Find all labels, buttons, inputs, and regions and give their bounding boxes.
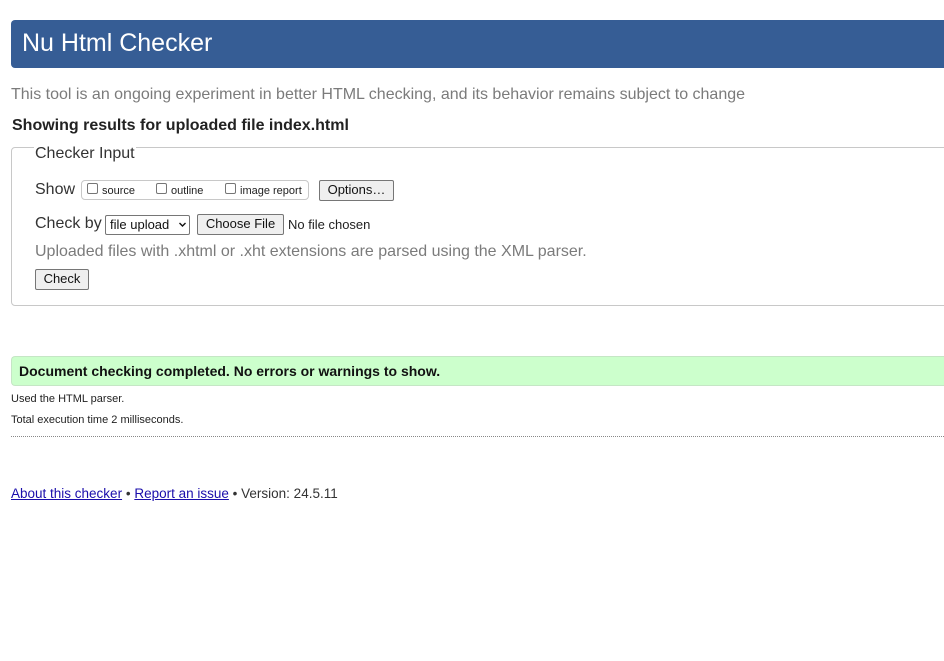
no-file-text: No file chosen [288, 217, 371, 232]
check-button[interactable]: Check [35, 269, 89, 290]
options-button[interactable]: Options… [319, 180, 394, 201]
footer: About this checker • Report an issue • V… [11, 486, 338, 502]
image-report-checkbox[interactable] [225, 183, 236, 194]
choose-file-button[interactable]: Choose File [197, 214, 284, 235]
footer-separator: • [232, 486, 238, 501]
execution-time: Total execution time 2 milliseconds. [11, 414, 184, 426]
success-message-box: Document checking completed. No errors o… [11, 356, 944, 386]
show-label: Show [35, 181, 76, 198]
version-text: Version: 24.5.11 [241, 486, 338, 501]
page-title: Nu Html Checker [22, 29, 213, 57]
footer-separator: • [125, 486, 131, 501]
xml-parser-note: Uploaded files with .xhtml or .xht exten… [35, 243, 587, 260]
parser-note: Used the HTML parser. [11, 393, 125, 405]
results-divider [11, 436, 944, 437]
outline-checkbox-label[interactable]: outline [171, 185, 203, 198]
report-issue-link[interactable]: Report an issue [134, 486, 229, 501]
chevron-down-icon [179, 222, 186, 227]
results-heading: Showing results for uploaded file index.… [12, 117, 349, 134]
outline-checkbox[interactable] [156, 183, 167, 194]
intro-text: This tool is an ongoing experiment in be… [11, 86, 746, 103]
about-checker-link[interactable]: About this checker [11, 486, 122, 501]
check-by-selected-value: file upload [110, 217, 170, 232]
image-report-checkbox-label[interactable]: image report [240, 185, 302, 198]
checker-input-legend: Checker Input [34, 145, 136, 163]
page-header: Nu Html Checker [11, 20, 944, 68]
success-message: Document checking completed. No errors o… [19, 363, 441, 379]
source-checkbox[interactable] [87, 183, 98, 194]
source-checkbox-label[interactable]: source [102, 185, 135, 198]
check-by-label: Check by [35, 215, 102, 232]
check-by-select[interactable]: file upload [105, 215, 190, 235]
